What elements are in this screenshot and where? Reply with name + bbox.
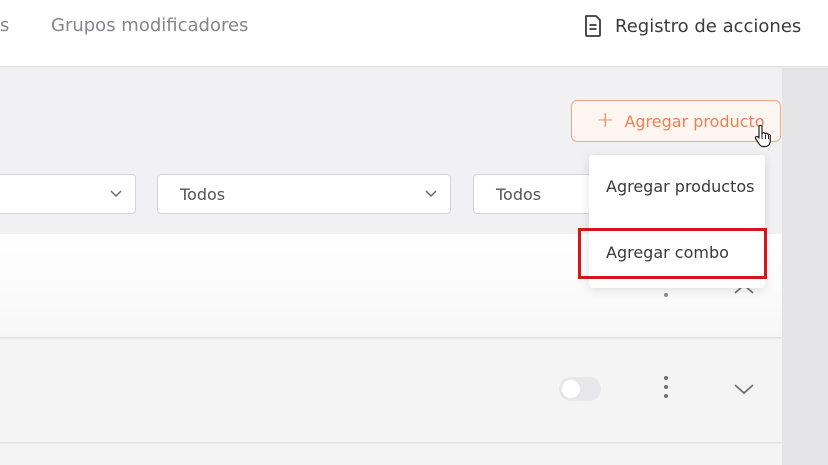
top-bar: s Grupos modificadores Registro de accio…: [0, 0, 828, 67]
filter-select-2-value: Todos: [180, 184, 226, 204]
active-toggle[interactable]: [559, 377, 601, 401]
action-log-label: Registro de acciones: [615, 15, 802, 37]
kebab-icon[interactable]: [662, 376, 670, 404]
table-row[interactable]: [0, 444, 782, 465]
filter-select-1[interactable]: [0, 174, 136, 214]
chevron-down-icon[interactable]: [733, 382, 755, 396]
plus-icon: +: [596, 108, 615, 133]
hand-pointer-icon: [754, 124, 771, 148]
document-icon: [585, 15, 601, 37]
filter-select-2[interactable]: Todos: [157, 174, 451, 214]
chevron-down-icon: [425, 190, 437, 198]
filter-select-3-value: Todos: [496, 184, 542, 204]
tab-partial[interactable]: s: [0, 15, 9, 36]
add-product-label: Agregar producto: [624, 111, 765, 131]
scrollbar-track[interactable]: [782, 68, 828, 465]
menu-item-add-products[interactable]: Agregar productos: [589, 177, 765, 196]
action-log-button[interactable]: Registro de acciones: [583, 14, 801, 38]
kebab-icon-partial[interactable]: [664, 293, 668, 297]
tab-modifier-groups[interactable]: Grupos modificadores: [51, 15, 248, 36]
filter-select-3[interactable]: Todos: [473, 174, 593, 214]
highlight-box: [578, 228, 767, 279]
add-product-button[interactable]: + Agregar producto: [571, 100, 781, 142]
chevron-down-icon: [110, 190, 122, 198]
